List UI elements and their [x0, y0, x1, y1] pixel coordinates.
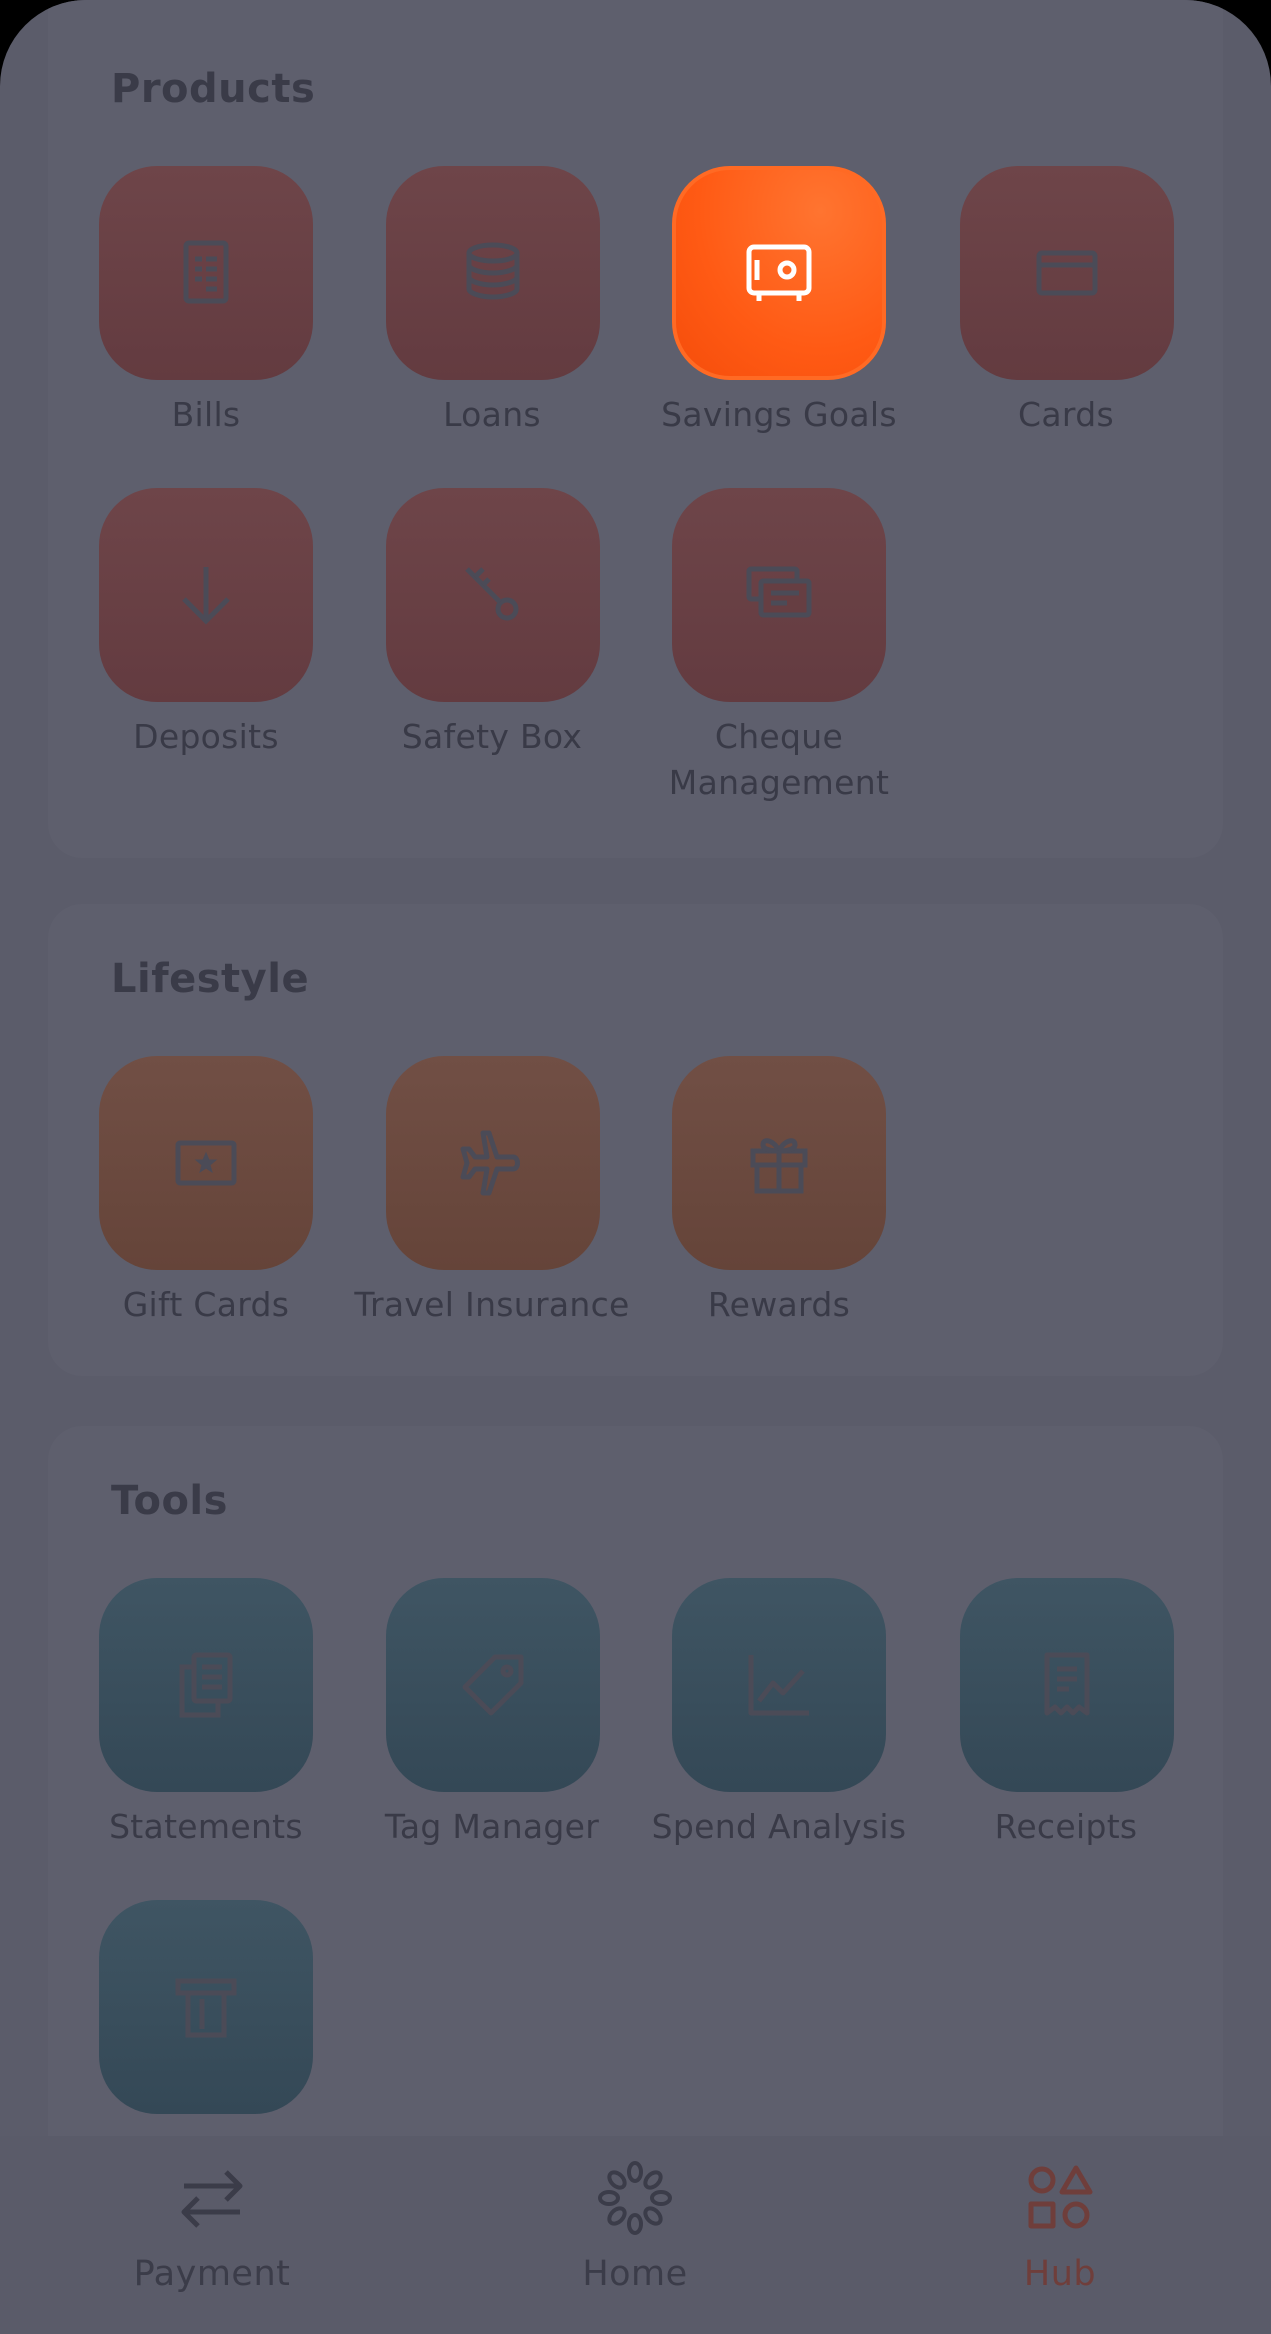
- loans-tile[interactable]: [386, 166, 600, 380]
- gift-icon: [750, 1138, 808, 1194]
- bills-tile[interactable]: [99, 166, 313, 380]
- cheque-management-label: Cheque Management: [668, 717, 890, 802]
- savings-goals-label: Savings Goals: [661, 395, 897, 434]
- nav-payment-label: Payment: [133, 2254, 291, 2294]
- section-title-lifestyle: Lifestyle: [111, 956, 310, 1002]
- bills-label: Bills: [171, 395, 241, 434]
- receipt-icon: [1044, 1652, 1090, 1716]
- tag-manager-label: Tag Manager: [384, 1807, 600, 1846]
- safety-box-label: Safety Box: [401, 717, 583, 756]
- arrow-down-icon: [182, 567, 230, 625]
- section-title-products: Products: [111, 66, 316, 112]
- gift-cards-label: Gift Cards: [122, 1285, 290, 1324]
- documents-icon: [179, 1652, 233, 1718]
- section-title-tools: Tools: [111, 1478, 228, 1524]
- atm-tile[interactable]: [99, 1900, 313, 2114]
- cards-tile[interactable]: [960, 166, 1174, 380]
- nav-hub-label: Hub: [1023, 2254, 1097, 2294]
- line-chart-icon: [748, 1655, 809, 1716]
- tag-icon: [462, 1654, 524, 1716]
- atm-icon: [175, 1978, 237, 2038]
- gift-card-icon: [175, 1140, 237, 1186]
- cards-label: Cards: [1018, 395, 1114, 434]
- transfer-arrows-icon: [181, 2170, 243, 2228]
- cheque-icon: [746, 566, 812, 618]
- spend-analysis-tile[interactable]: [672, 1578, 886, 1792]
- loans-label: Loans: [443, 395, 541, 434]
- coins-icon: [466, 242, 520, 300]
- gift-cards-tile[interactable]: [99, 1056, 313, 1270]
- airplane-icon: [460, 1130, 520, 1196]
- safe-icon: [746, 244, 812, 301]
- travel-insurance-tile[interactable]: [386, 1056, 600, 1270]
- spend-analysis-label: Spend Analysis: [651, 1807, 907, 1846]
- rewards-label: Rewards: [707, 1285, 851, 1324]
- safety-box-tile[interactable]: [386, 488, 600, 702]
- deposits-label: Deposits: [133, 717, 279, 756]
- savings-goals-tile[interactable]: [672, 166, 886, 380]
- receipts-label: Receipts: [994, 1807, 1138, 1846]
- card-icon: [1036, 250, 1098, 296]
- home-logo-icon: [598, 2161, 672, 2235]
- statements-tile[interactable]: [99, 1578, 313, 1792]
- hub-shapes-icon: [1028, 2165, 1093, 2229]
- cheque-management-tile[interactable]: [672, 488, 886, 702]
- nav-home-label: Home: [582, 2254, 688, 2294]
- bottom-navigation: Payment Home Hub: [0, 2136, 1271, 2334]
- bill-icon: [183, 240, 229, 304]
- rewards-tile[interactable]: [672, 1056, 886, 1270]
- key-icon: [465, 567, 519, 621]
- tag-manager-tile[interactable]: [386, 1578, 600, 1792]
- nav-home[interactable]: Home: [485, 2136, 785, 2334]
- nav-payment[interactable]: Payment: [62, 2136, 362, 2334]
- deposits-tile[interactable]: [99, 488, 313, 702]
- nav-hub[interactable]: Hub: [910, 2136, 1210, 2334]
- travel-insurance-label: Travel Insurance: [354, 1285, 630, 1324]
- hub-screen: Products Bills Loans Savings Goals Cards…: [0, 0, 1271, 2334]
- statements-label: Statements: [109, 1807, 303, 1846]
- receipts-tile[interactable]: [960, 1578, 1174, 1792]
